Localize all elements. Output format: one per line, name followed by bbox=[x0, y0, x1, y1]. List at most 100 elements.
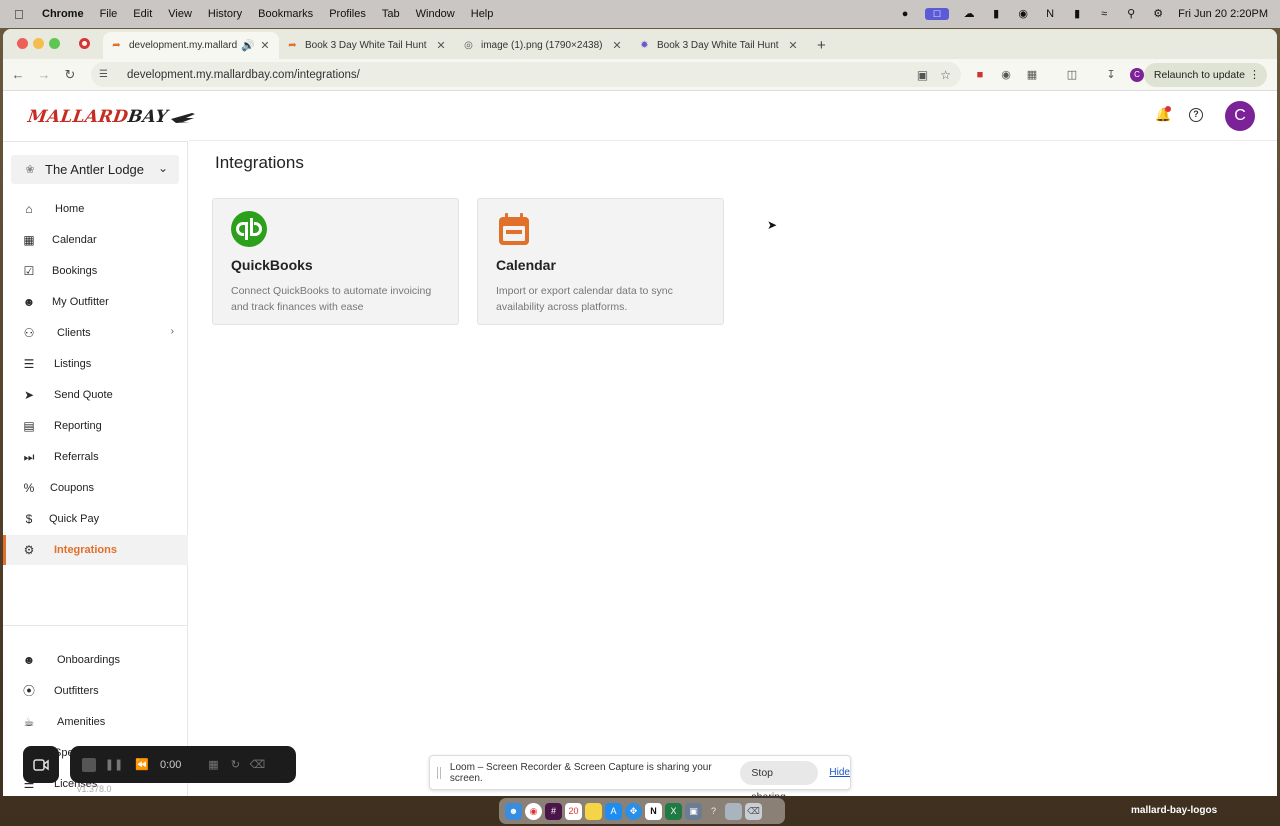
menu-tab[interactable]: Tab bbox=[382, 8, 400, 20]
sidebar-item-integrations[interactable]: ⚙ Integrations bbox=[3, 535, 188, 565]
tab-booking-2[interactable]: ✹ Book 3 Day White Tail Hunt - ✕ bbox=[631, 32, 807, 59]
sidebar-item-onboardings[interactable]: ☻ Onboardings bbox=[3, 645, 188, 675]
sidebar-item-coupons[interactable]: % Coupons bbox=[3, 473, 188, 503]
menu-file[interactable]: File bbox=[100, 8, 118, 20]
help-icon[interactable]: ? bbox=[1189, 108, 1203, 122]
zoom-window-button[interactable] bbox=[49, 38, 60, 49]
trash-can-icon[interactable]: ⌫ bbox=[745, 802, 762, 820]
sidebar-item-label: Send Quote bbox=[54, 389, 113, 401]
tab-active[interactable]: ➦ development.my.mallardb 🔊 ✕ bbox=[103, 32, 279, 59]
restart-icon[interactable]: ↻ bbox=[225, 757, 245, 773]
tab-booking-1[interactable]: ➦ Book 3 Day White Tail Hunt - ✕ bbox=[279, 32, 455, 59]
downloads-icon[interactable]: ↧ bbox=[1104, 68, 1118, 82]
back-button[interactable]: ← bbox=[5, 67, 31, 82]
trash-icon[interactable]: ⌫ bbox=[247, 757, 267, 773]
lodge-selector[interactable]: ❀ The Antler Lodge ⌄ bbox=[11, 155, 179, 184]
extension-badge-icon[interactable]: ■ bbox=[973, 68, 987, 82]
extension-icon[interactable]: ◉ bbox=[999, 68, 1013, 82]
profile-avatar-small[interactable]: C bbox=[1130, 68, 1144, 82]
site-settings-icon[interactable]: ☰ bbox=[99, 69, 113, 80]
close-tab-icon[interactable]: ✕ bbox=[259, 39, 271, 52]
chrome-icon[interactable]: ◉ bbox=[525, 802, 542, 820]
excel-icon[interactable]: X bbox=[665, 802, 682, 820]
menu-bookmarks[interactable]: Bookmarks bbox=[258, 8, 313, 20]
mallard-bay-logo[interactable]: MALLARDBAY bbox=[27, 107, 196, 127]
stop-sharing-button[interactable]: Stop sharing bbox=[740, 760, 819, 803]
menu-app-name[interactable]: Chrome bbox=[42, 8, 84, 20]
sidebar-item-my-outfitter[interactable]: ☻ My Outfitter bbox=[3, 287, 188, 317]
sidebar-item-bookings[interactable]: ☑ Bookings bbox=[3, 256, 188, 286]
folder-icon[interactable] bbox=[725, 802, 742, 820]
toolbar: ← → ↻ ☰ development.my.mallardbay.com/in… bbox=[3, 59, 1277, 91]
install-app-icon[interactable]: ▣ bbox=[917, 68, 928, 82]
tab-title: image (1).png (1790×2438) bbox=[481, 40, 603, 51]
wifi-icon[interactable]: ≈ bbox=[1097, 8, 1111, 20]
menu-profiles[interactable]: Profiles bbox=[329, 8, 366, 20]
extensions-puzzle-icon[interactable]: ▦ bbox=[1025, 68, 1039, 82]
close-window-button[interactable] bbox=[17, 38, 28, 49]
sidebar-item-clients[interactable]: ⚇ Clients › bbox=[3, 318, 188, 348]
hide-link[interactable]: Hide bbox=[829, 767, 850, 778]
menu-clock[interactable]: Fri Jun 20 2:20PM bbox=[1178, 8, 1268, 20]
preview-icon[interactable]: ▣ bbox=[685, 802, 702, 820]
close-tab-icon[interactable]: ✕ bbox=[787, 39, 799, 52]
menu-help[interactable]: Help bbox=[471, 8, 494, 20]
safari-icon[interactable]: ✥ bbox=[625, 802, 642, 820]
integration-card-quickbooks[interactable]: QuickBooks Connect QuickBooks to automat… bbox=[212, 198, 459, 325]
pause-icon[interactable]: ❚❚ bbox=[104, 757, 124, 773]
integration-card-calendar[interactable]: Calendar Import or export calendar data … bbox=[477, 198, 724, 325]
cloud-icon[interactable]: ☁ bbox=[962, 8, 976, 20]
sidebar-item-quick-pay[interactable]: $ Quick Pay bbox=[3, 504, 188, 534]
rewind-icon[interactable]: ⏪ bbox=[132, 757, 152, 773]
speaker-icon[interactable]: 🔊 bbox=[241, 39, 255, 52]
sidebar-item-send-quote[interactable]: ➤ Send Quote bbox=[3, 380, 188, 410]
tab-image[interactable]: ◎ image (1).png (1790×2438) ✕ bbox=[455, 32, 631, 59]
new-tab-button[interactable]: + bbox=[809, 32, 834, 59]
bookmark-star-icon[interactable]: ☆ bbox=[940, 68, 951, 82]
spotlight-search-icon[interactable]: ⚲ bbox=[1124, 8, 1138, 20]
grid-icon[interactable]: ▦ bbox=[203, 757, 223, 773]
notion-app-icon[interactable]: N bbox=[645, 802, 662, 820]
sidebar-item-amenities[interactable]: ☕ Amenities bbox=[3, 707, 188, 737]
sidebar-item-listings[interactable]: ☰ Listings bbox=[3, 349, 188, 379]
menu-window[interactable]: Window bbox=[416, 8, 455, 20]
more-menu-icon[interactable]: ⋮ bbox=[1249, 68, 1260, 81]
drag-handle[interactable] bbox=[437, 766, 441, 779]
control-center-icon[interactable]: ⚙ bbox=[1151, 8, 1165, 20]
forward-button[interactable]: → bbox=[31, 67, 57, 82]
apple-icon[interactable]:  bbox=[14, 7, 30, 22]
sidebar-item-outfitters[interactable]: ⦿ Outfitters bbox=[3, 676, 188, 706]
close-tab-icon[interactable]: ✕ bbox=[611, 39, 623, 52]
app-store-icon[interactable]: A bbox=[605, 802, 622, 820]
screen-share-icon[interactable]: □ bbox=[925, 8, 950, 20]
sidebar-item-home[interactable]: ⌂ Home bbox=[3, 194, 188, 224]
menu-history[interactable]: History bbox=[208, 8, 242, 20]
menu-edit[interactable]: Edit bbox=[133, 8, 152, 20]
sidebar-item-referrals[interactable]: ⏭ Referrals bbox=[3, 442, 188, 472]
calendar-app-icon[interactable]: 20 bbox=[565, 802, 582, 820]
bars-icon[interactable]: ▮ bbox=[989, 8, 1003, 20]
user-avatar[interactable]: C bbox=[1225, 101, 1255, 131]
microphone-icon[interactable]: ● bbox=[898, 8, 912, 20]
loom-camera-button[interactable] bbox=[23, 746, 59, 783]
battery-icon[interactable]: ▮ bbox=[1070, 8, 1084, 20]
tab-search-icon[interactable]: ◫ bbox=[1065, 68, 1079, 82]
sidebar-item-calendar[interactable]: ▦ Calendar bbox=[3, 225, 188, 255]
reload-button[interactable]: ↻ bbox=[57, 67, 83, 83]
sidebar-item-reporting[interactable]: ▤ Reporting bbox=[3, 411, 188, 441]
relaunch-button[interactable]: Relaunch to update ⋮ bbox=[1143, 63, 1267, 87]
notes-icon[interactable] bbox=[585, 802, 602, 820]
minimize-window-button[interactable] bbox=[33, 38, 44, 49]
address-bar[interactable]: ☰ development.my.mallardbay.com/integrat… bbox=[91, 62, 961, 87]
close-tab-icon[interactable]: ✕ bbox=[435, 39, 447, 52]
help-app-icon[interactable]: ? bbox=[705, 803, 722, 820]
stop-recording-button[interactable] bbox=[82, 757, 96, 772]
percent-icon: % bbox=[23, 481, 35, 495]
menu-view[interactable]: View bbox=[168, 8, 192, 20]
slack-icon[interactable]: # bbox=[545, 802, 562, 820]
desktop-folder-label[interactable]: mallard-bay-logos bbox=[1131, 805, 1217, 816]
onepassword-icon[interactable]: ◉ bbox=[1016, 8, 1030, 20]
sharing-message: Loom – Screen Recorder & Screen Capture … bbox=[449, 761, 712, 784]
notion-icon[interactable]: N bbox=[1043, 8, 1057, 20]
finder-icon[interactable]: ☻ bbox=[505, 802, 522, 820]
